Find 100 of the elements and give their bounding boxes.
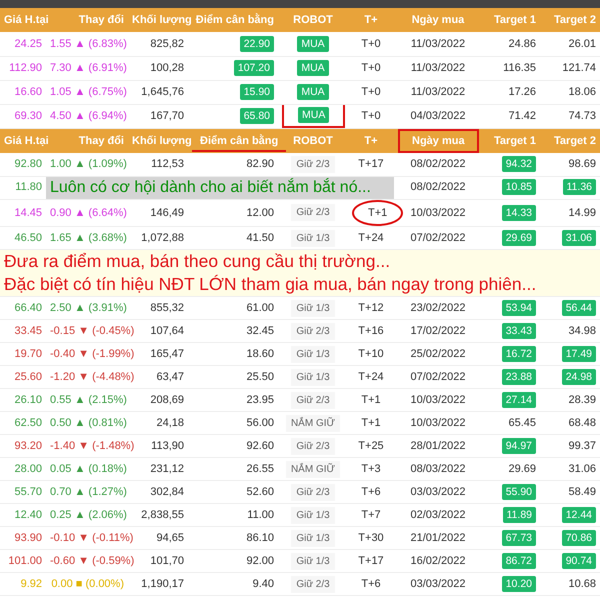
volume-value: 24,18 — [156, 416, 184, 429]
volume-value: 2,838,55 — [141, 508, 184, 521]
date-value: 17/02/2022 — [410, 324, 466, 337]
price-value: 92.80 — [14, 158, 42, 170]
volume-value: 1,072,88 — [141, 232, 184, 244]
date-value: 03/03/2022 — [410, 578, 466, 590]
price-value: 69.30 — [14, 110, 42, 122]
balance-value: 82.90 — [246, 158, 274, 170]
robot-signal: Giữ 1/3 — [291, 368, 335, 386]
volume-value: 100,28 — [150, 62, 184, 74]
balance-badge: 15.90 — [240, 84, 274, 100]
target-value: 71.42 — [508, 110, 536, 122]
balance-badge: 107.20 — [234, 60, 274, 76]
target-value: 10.68 — [568, 578, 596, 590]
volume-value: 101,70 — [150, 554, 184, 567]
target-badge: 14.33 — [502, 204, 536, 220]
t-plus-value: T+0 — [361, 62, 381, 74]
column-header: Giá H.tại — [4, 134, 49, 147]
t-plus-value: T+1 — [352, 200, 404, 226]
price-value: 55.70 — [14, 486, 42, 498]
change-value: 1.05 ▲ (6.75%) — [50, 86, 127, 98]
volume-value: 112,53 — [151, 158, 184, 170]
t-plus-value: T+17 — [358, 554, 384, 567]
column-header: Giá H.tại — [4, 14, 49, 26]
target-badge: 55.90 — [502, 484, 536, 500]
target-value: 17.26 — [508, 86, 536, 98]
target-badge: 29.69 — [502, 230, 536, 246]
target-badge: 53.94 — [502, 300, 536, 316]
price-value: 11.80 — [15, 181, 42, 194]
volume-value: 113,90 — [151, 440, 184, 452]
balance-value: 92.00 — [246, 554, 274, 567]
target-value: 34.98 — [568, 324, 596, 337]
target-badge: 33.43 — [502, 322, 536, 339]
date-value: 02/03/2022 — [410, 508, 466, 521]
change-value: -0.60 ▼ (-0.59%) — [50, 554, 134, 567]
robot-signal: NẮM GIỮ — [286, 460, 340, 478]
target-value: 98.69 — [568, 158, 596, 170]
change-value: 0.70 ▲ (1.27%) — [50, 486, 127, 498]
target-value: 74.73 — [568, 110, 596, 122]
balance-value: 18.60 — [246, 348, 274, 360]
target-badge: 10.20 — [502, 576, 536, 592]
target-badge: 86.72 — [502, 552, 536, 569]
date-value: 08/02/2022 — [410, 181, 466, 194]
robot-signal: Giữ 2/3 — [291, 576, 335, 592]
date-value: 03/03/2022 — [410, 486, 466, 498]
price-value: 66.40 — [14, 302, 42, 314]
balance-value: 61.00 — [246, 302, 274, 314]
volume-value: 1,645,76 — [141, 86, 184, 98]
price-value: 16.60 — [14, 86, 42, 98]
target-value: 29.69 — [508, 462, 536, 475]
volume-value: 302,84 — [150, 486, 184, 498]
robot-signal: Giữ 1/3 — [291, 346, 335, 362]
target-value: 18.06 — [568, 86, 596, 98]
column-header: ROBOT — [293, 14, 333, 26]
t-plus-value: T+30 — [358, 532, 384, 544]
date-value: 10/03/2022 — [410, 206, 466, 218]
change-value: 1.00 ▲ (1.09%) — [50, 158, 127, 170]
date-value: 10/03/2022 — [410, 416, 466, 429]
t-plus-value: T+6 — [361, 578, 381, 590]
volume-value: 825,82 — [150, 38, 184, 50]
column-header: Target 1 — [494, 134, 536, 147]
robot-signal: Giữ 1/3 — [291, 530, 335, 546]
price-value: 12.40 — [14, 508, 42, 521]
change-value: -0.40 ▼ (-1.99%) — [50, 348, 134, 360]
column-header: Điểm cân bằng — [196, 14, 274, 26]
balance-value: 41.50 — [246, 232, 274, 244]
column-header: Thay đổi — [78, 14, 124, 26]
change-value: -1.40 ▼ (-1.48%) — [50, 440, 134, 452]
robot-signal: Giữ 2/3 — [291, 392, 335, 408]
target-value: 31.06 — [568, 462, 596, 475]
target-value: 26.01 — [568, 38, 596, 50]
t-plus-value: T+17 — [358, 158, 384, 170]
target-badge: 11.89 — [502, 506, 536, 523]
change-value: 0.55 ▲ (2.15%) — [50, 394, 127, 406]
volume-value: 1,190,17 — [141, 578, 184, 590]
balance-value: 11.00 — [247, 508, 274, 521]
t-plus-value: T+24 — [358, 370, 384, 383]
price-value: 46.50 — [14, 232, 42, 244]
target-badge: 31.06 — [562, 230, 596, 246]
t-plus-value: T+25 — [358, 440, 384, 452]
robot-signal-badge: MUA — [298, 106, 330, 122]
price-value: 93.20 — [14, 440, 42, 452]
change-value: 0.00 ■ (0.00%) — [51, 578, 124, 590]
column-header: Target 1 — [494, 14, 536, 26]
change-value: 2.50 ▲ (3.91%) — [50, 302, 127, 314]
price-value: 28.00 — [14, 462, 42, 475]
balance-badge: 22.90 — [240, 36, 274, 52]
t-plus-value: T+1 — [361, 394, 381, 406]
t-plus-value: T+3 — [361, 462, 381, 475]
balance-value: 23.95 — [246, 394, 274, 406]
target-value: 116.35 — [503, 62, 536, 74]
robot-signal-badge: MUA — [297, 36, 329, 52]
price-value: 14.45 — [14, 206, 42, 218]
target-value: 68.48 — [568, 416, 596, 429]
robot-signal: Giữ 2/3 — [291, 322, 335, 340]
robot-signal-badge: MUA — [297, 84, 329, 100]
robot-signal-badge: MUA — [297, 60, 329, 76]
target-badge: 17.49 — [562, 346, 596, 362]
date-value: 21/01/2022 — [410, 532, 466, 544]
change-value: -0.15 ▼ (-0.45%) — [50, 324, 134, 337]
